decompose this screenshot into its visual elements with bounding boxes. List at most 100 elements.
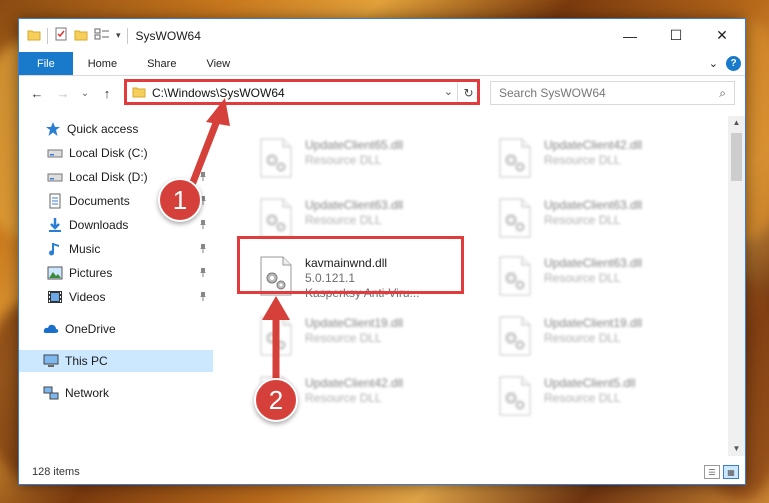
folder-icon — [27, 28, 41, 44]
up-button[interactable]: ↑ — [97, 86, 117, 101]
window-title: SysWOW64 — [135, 28, 201, 43]
sidebar-item-this-pc[interactable]: This PC — [19, 350, 213, 372]
videos-icon — [47, 289, 63, 305]
file-description: Resource DLL — [544, 331, 621, 345]
file-tile[interactable]: UpdateClient42.dll Resource DLL — [498, 138, 728, 194]
file-highlight-box — [237, 236, 464, 294]
dll-file-icon — [498, 138, 534, 180]
vertical-scrollbar[interactable]: ▲ ▼ — [728, 116, 745, 456]
computer-icon — [43, 353, 59, 369]
sidebar-item-label: Documents — [69, 194, 130, 208]
network-icon — [43, 385, 59, 401]
file-name: UpdateClient65.dll — [305, 138, 404, 152]
sidebar-item-label: Network — [65, 386, 110, 400]
drive-icon — [47, 169, 63, 185]
search-icon[interactable]: ⌕ — [719, 86, 726, 101]
forward-button[interactable]: → — [53, 86, 73, 101]
sidebar-item-videos[interactable]: Videos — [19, 286, 213, 308]
file-description: Resource DLL — [305, 153, 382, 167]
tab-view[interactable]: View — [191, 52, 245, 75]
file-name: UpdateClient63.dll — [544, 198, 643, 212]
minimize-button[interactable]: — — [607, 19, 653, 52]
address-highlight-box — [124, 79, 480, 105]
scroll-up-button[interactable]: ▲ — [728, 116, 745, 130]
pin-icon — [198, 219, 207, 231]
tab-home[interactable]: Home — [73, 52, 132, 75]
file-name: UpdateClient19.dll — [305, 316, 404, 330]
file-tile[interactable]: UpdateClient63.dll Resource DLL — [498, 256, 728, 312]
sidebar-item-label: Pictures — [69, 266, 113, 280]
file-tile[interactable]: UpdateClient19.dll Resource DLL — [259, 316, 489, 372]
dll-file-icon — [259, 138, 295, 180]
sidebar-item-label: This PC — [65, 354, 108, 368]
sidebar-item-label: Quick access — [67, 122, 139, 136]
file-description: Resource DLL — [544, 391, 621, 405]
sidebar-item-label: Videos — [69, 290, 106, 304]
expand-ribbon-icon[interactable]: ⌄ — [709, 57, 718, 70]
file-tile[interactable]: UpdateClient65.dll Resource DLL — [259, 138, 489, 194]
sidebar-item-quick-access[interactable]: Quick access — [19, 118, 213, 140]
file-description: Resource DLL — [544, 153, 621, 167]
file-name: UpdateClient63.dll — [544, 256, 643, 270]
file-description: Resource DLL — [305, 213, 382, 227]
search-input[interactable]: Search SysWOW64 ⌕ — [490, 81, 735, 105]
search-placeholder: Search SysWOW64 — [499, 86, 606, 100]
window-controls: — ☐ ✕ — [607, 19, 745, 52]
dll-file-icon — [259, 198, 295, 240]
sidebar-item-pictures[interactable]: Pictures — [19, 262, 213, 284]
item-count: 128 items — [32, 466, 80, 478]
file-name: UpdateClient63.dll — [305, 198, 404, 212]
drive-icon — [47, 145, 63, 161]
file-tile[interactable]: UpdateClient19.dll Resource DLL — [498, 316, 728, 372]
cloud-icon — [43, 321, 59, 337]
sidebar-item-local-disk-c[interactable]: Local Disk (C:) — [19, 142, 213, 164]
file-tile[interactable]: UpdateClient63.dll Resource DLL — [498, 198, 728, 254]
dll-file-icon — [498, 316, 534, 358]
sidebar-item-network[interactable]: Network — [19, 382, 213, 404]
star-icon — [45, 121, 61, 137]
file-name: UpdateClient42.dll — [305, 376, 404, 390]
pin-icon — [198, 267, 207, 279]
back-button[interactable]: ← — [27, 86, 47, 101]
file-name: UpdateClient5.dll — [544, 376, 636, 390]
title-bar: ▾ SysWOW64 — ☐ ✕ — [19, 19, 745, 52]
callout-badge-2: 2 — [254, 378, 298, 422]
scroll-thumb[interactable] — [731, 133, 742, 181]
properties-icon[interactable] — [54, 27, 68, 44]
scroll-down-button[interactable]: ▼ — [728, 442, 745, 456]
file-description: Resource DLL — [544, 271, 621, 285]
status-bar: 128 items ☰ ▦ — [19, 460, 745, 484]
file-description: Resource DLL — [544, 213, 621, 227]
dll-file-icon — [259, 316, 295, 358]
ribbon-right: ⌄ ? — [709, 56, 741, 71]
file-name: UpdateClient19.dll — [544, 316, 643, 330]
sidebar-item-music[interactable]: Music — [19, 238, 213, 260]
music-icon — [47, 241, 63, 257]
tab-file[interactable]: File — [19, 52, 73, 75]
pin-icon — [198, 243, 207, 255]
pin-icon — [198, 171, 207, 183]
sidebar-item-label: Local Disk (D:) — [69, 170, 148, 184]
customize-view-icon[interactable] — [94, 27, 110, 44]
file-description: Resource DLL — [305, 391, 382, 405]
tab-share[interactable]: Share — [132, 52, 191, 75]
help-icon[interactable]: ? — [726, 56, 741, 71]
pin-icon — [198, 291, 207, 303]
qat-dropdown-icon[interactable]: ▾ — [116, 30, 121, 41]
view-switcher: ☰ ▦ — [704, 465, 739, 479]
tiles-view-button[interactable]: ▦ — [723, 465, 739, 479]
details-view-button[interactable]: ☰ — [704, 465, 720, 479]
sidebar-item-label: Downloads — [69, 218, 129, 232]
close-button[interactable]: ✕ — [699, 19, 745, 52]
file-tile[interactable]: UpdateClient5.dll Resource DLL — [498, 376, 728, 432]
navigation-pane: Quick access Local Disk (C:) Local Disk (D… — [19, 116, 213, 456]
new-folder-icon[interactable] — [74, 28, 88, 44]
sidebar-item-label: OneDrive — [65, 322, 116, 336]
toolbar-divider — [126, 27, 128, 44]
sidebar-item-label: Music — [69, 242, 101, 256]
recent-locations-button[interactable]: ⌄ — [75, 88, 95, 99]
sidebar-item-onedrive[interactable]: OneDrive — [19, 318, 213, 340]
maximize-button[interactable]: ☐ — [653, 19, 699, 52]
file-name: UpdateClient42.dll — [544, 138, 643, 152]
documents-icon — [47, 193, 63, 209]
